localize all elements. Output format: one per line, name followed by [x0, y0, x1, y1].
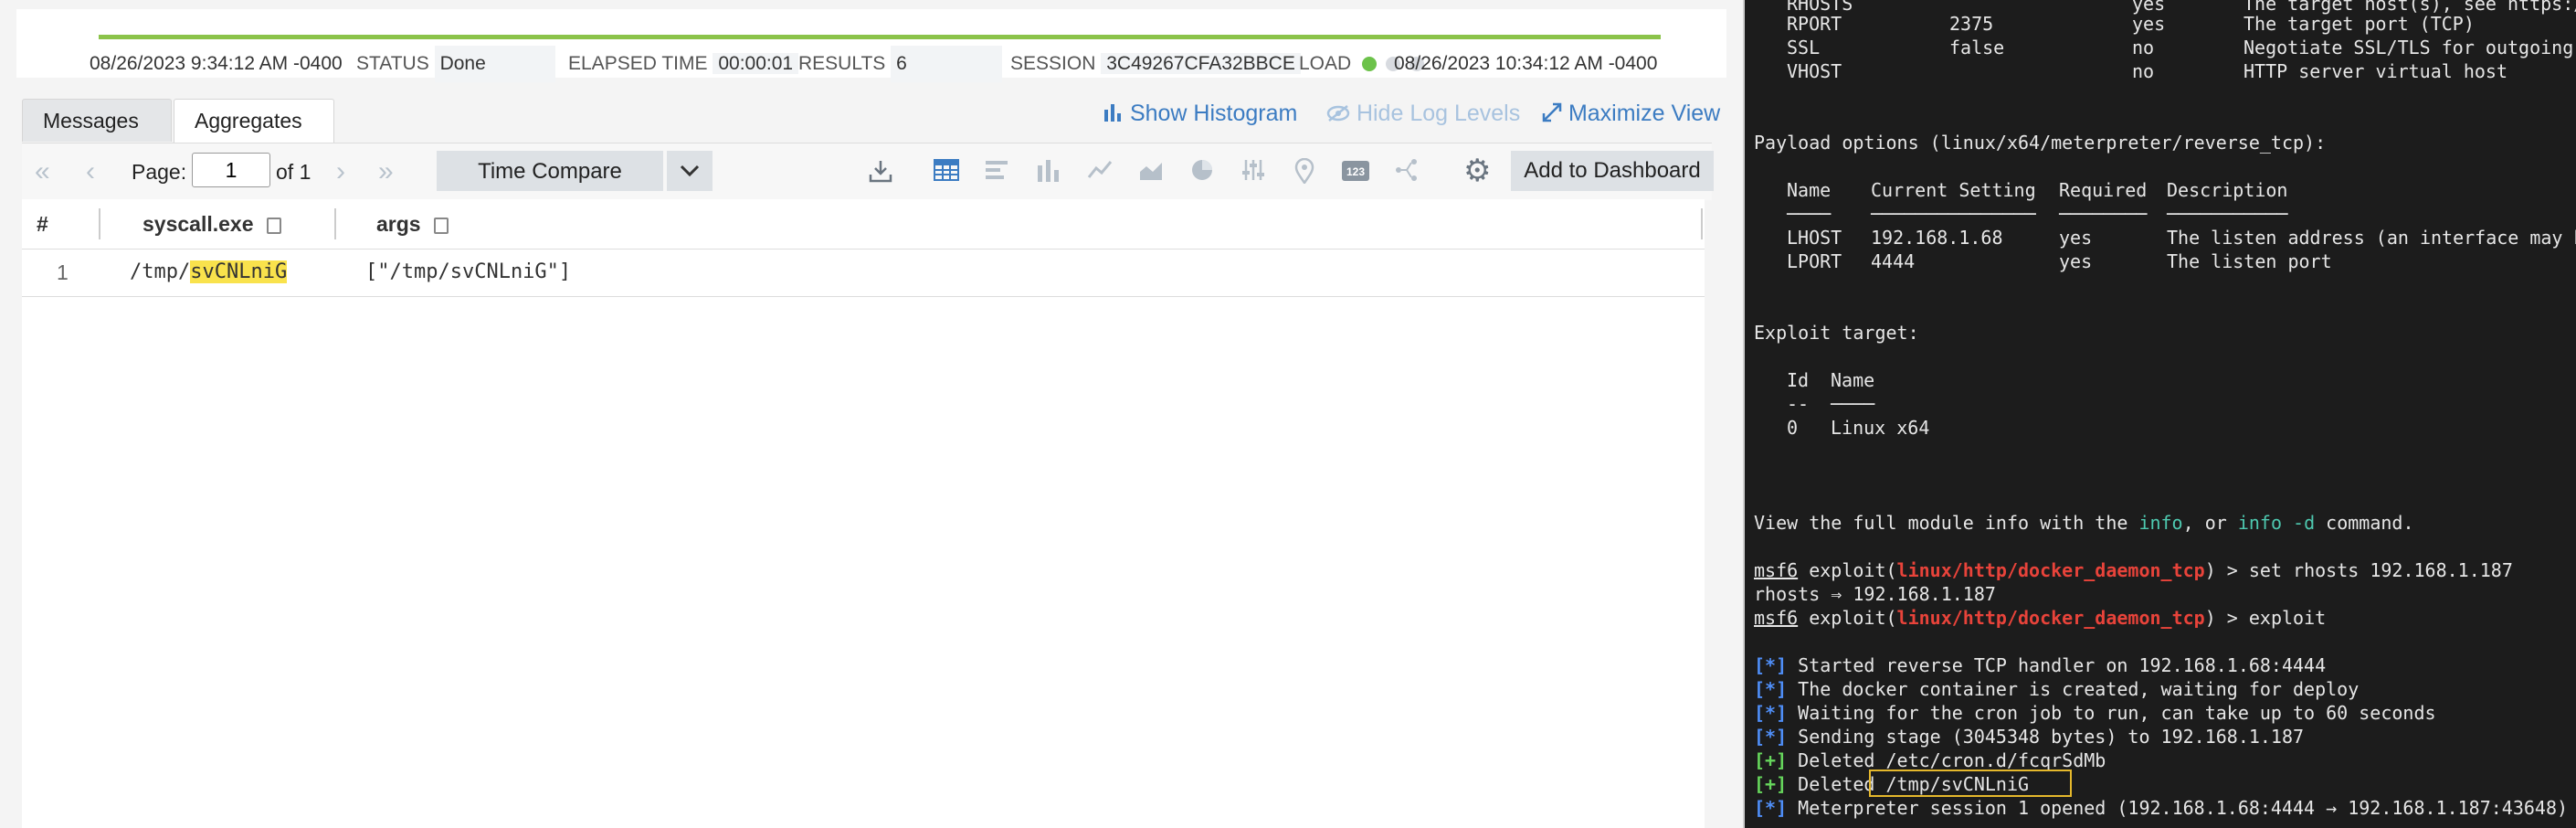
time-compare-button[interactable]: Time Compare: [437, 151, 663, 191]
end-time: 08/26/2023 10:34:12 AM -0400: [1394, 53, 1658, 74]
load-dot-icon: [1362, 57, 1378, 72]
results-value: 6: [891, 46, 1003, 82]
page-number-input[interactable]: [192, 153, 270, 187]
time-compare-dropdown[interactable]: [667, 151, 713, 191]
session-field: SESSION 3C49267CFA32BBCE: [1010, 46, 1301, 82]
first-page-icon[interactable]: «: [35, 156, 50, 187]
maximize-view-link[interactable]: Maximize View: [1542, 95, 1720, 132]
row-index: 1: [57, 260, 69, 284]
column-resize-handle[interactable]: [1701, 208, 1703, 239]
exe-path-prefix: /tmp/: [130, 260, 191, 283]
status-value: Done: [434, 46, 555, 82]
chevron-down-icon: [680, 165, 700, 177]
column-header-syscall-exe[interactable]: syscall.exe: [143, 199, 281, 249]
search-highlight: svCNLniG: [190, 260, 288, 283]
next-page-icon[interactable]: ›: [336, 156, 345, 187]
add-to-dashboard-button[interactable]: Add to Dashboard: [1511, 151, 1714, 191]
pie-chart-icon[interactable]: [1188, 158, 1217, 187]
prev-page-icon[interactable]: ‹: [86, 156, 95, 187]
start-time: 08/26/2023 9:34:12 AM -0400: [90, 53, 343, 74]
column-resize-handle[interactable]: [334, 208, 336, 239]
status-field: STATUS Done: [356, 46, 555, 82]
bar-vertical-icon[interactable]: [1034, 158, 1063, 187]
search-progress-bar: [99, 35, 1661, 39]
results-field: RESULTS 6: [798, 46, 1003, 82]
highlight-box: [1869, 770, 2072, 797]
column-header-label: args: [376, 212, 421, 236]
terminal-line: Payload options (linux/x64/meterpreter/r…: [1754, 132, 2327, 154]
load-label: LOAD: [1299, 53, 1352, 74]
hide-log-levels-link[interactable]: Hide Log Levels: [1326, 95, 1520, 132]
cell-syscall-exe[interactable]: /tmp/svCNLniG: [130, 249, 288, 296]
column-header-index: #: [37, 212, 48, 236]
terminal-line: msf6 exploit(linux/http/docker_daemon_tc…: [1754, 559, 2513, 581]
session-label: SESSION: [1010, 53, 1096, 74]
tab-aggregates[interactable]: Aggregates: [174, 99, 334, 143]
last-page-icon[interactable]: »: [378, 156, 394, 187]
page-count: of 1: [276, 160, 311, 184]
show-histogram-link[interactable]: Show Histogram: [1103, 95, 1297, 132]
maximize-view-label: Maximize View: [1568, 101, 1721, 126]
terminal-line: [*] Started reverse TCP handler on 192.1…: [1754, 654, 2327, 676]
number-icon[interactable]: 123: [1341, 158, 1370, 187]
terminal-line: [+] Deleted /etc/cron.d/fcqrSdMb: [1754, 749, 2106, 771]
copy-icon[interactable]: [266, 217, 281, 234]
show-histogram-label: Show Histogram: [1129, 101, 1298, 126]
search-summary-bar: 08/26/2023 9:34:12 AM -0400 STATUS Done …: [16, 9, 1726, 82]
gear-icon[interactable]: ⚙: [1463, 154, 1491, 187]
terminal-line: msf6 exploit(linux/http/docker_daemon_tc…: [1754, 607, 2327, 629]
area-chart-icon[interactable]: [1136, 158, 1166, 187]
transaction-icon[interactable]: [1392, 158, 1421, 187]
line-chart-icon[interactable]: [1085, 158, 1114, 187]
results-label: RESULTS: [798, 53, 886, 74]
column-header-args[interactable]: args: [376, 199, 449, 249]
terminal-line: [*] Meterpreter session 1 opened (192.16…: [1754, 797, 2569, 819]
terminal-window[interactable]: RHOSTS yes The target host(s), see https:/…: [1745, 0, 2576, 828]
column-resize-handle[interactable]: [99, 208, 100, 239]
table-header: # syscall.exe args: [22, 199, 1705, 249]
terminal-line: rhosts ⇒ 192.168.1.187: [1754, 583, 1996, 605]
table-icon[interactable]: [932, 158, 961, 187]
session-value: 3C49267CFA32BBCE: [1101, 53, 1301, 74]
table-row[interactable]: 1 /tmp/svCNLniG ["/tmp/svCNLniG"]: [22, 249, 1705, 297]
elapsed-value: 00:00:01: [713, 53, 799, 74]
sliders-icon[interactable]: [1239, 158, 1268, 187]
elapsed-field: ELAPSED TIME 00:00:01: [568, 46, 799, 82]
eye-slash-icon: [1326, 105, 1350, 122]
expand-icon: [1542, 102, 1562, 122]
terminal-line: View the full module info with the info,…: [1754, 512, 2414, 534]
svg-text:123: 123: [1346, 165, 1365, 178]
terminal-line: [*] Waiting for the cron job to run, can…: [1754, 702, 2436, 724]
bar-horizontal-icon[interactable]: [983, 158, 1012, 187]
elapsed-label: ELAPSED TIME: [568, 53, 708, 74]
log-search-pane: 08/26/2023 9:34:12 AM -0400 STATUS Done …: [0, 0, 1743, 828]
tab-messages[interactable]: Messages: [22, 99, 172, 142]
histogram-icon: [1104, 104, 1121, 122]
terminal-line: [*] The docker container is created, wai…: [1754, 678, 2360, 700]
status-label: STATUS: [356, 53, 429, 74]
hide-log-levels-label: Hide Log Levels: [1356, 101, 1521, 126]
terminal-line: [*] Sending stage (3045348 bytes) to 192…: [1754, 726, 2305, 748]
column-header-label: syscall.exe: [143, 212, 254, 236]
map-pin-icon[interactable]: [1290, 157, 1319, 187]
terminal-line: Exploit target:: [1754, 322, 1919, 344]
download-icon[interactable]: [866, 158, 895, 187]
cell-args[interactable]: ["/tmp/svCNLniG"]: [365, 249, 571, 296]
aggregates-table: # syscall.exe args 1 /tmp/svCNLniG ["/tm…: [22, 199, 1705, 828]
copy-icon[interactable]: [433, 217, 449, 234]
page-label: Page:: [132, 160, 187, 184]
table-toolbar: « ‹ Page: of 1 › » Time Compare: [22, 143, 1714, 200]
